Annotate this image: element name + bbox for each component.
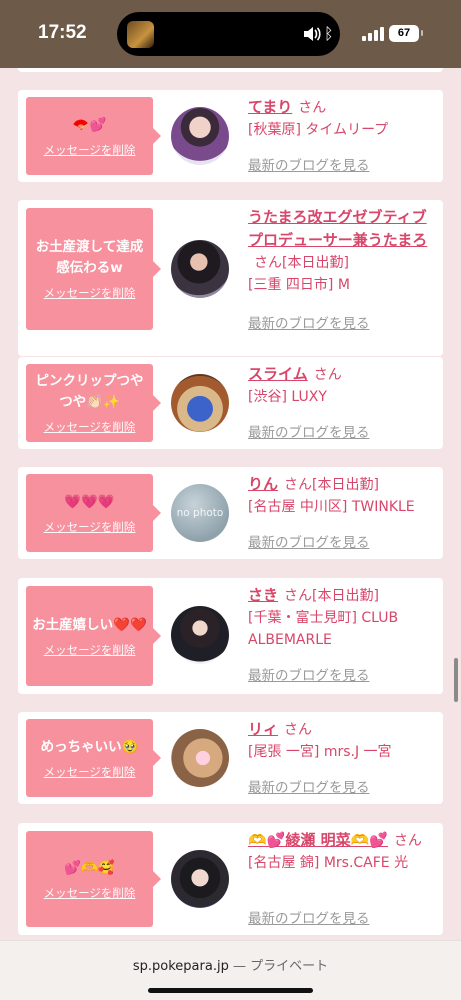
girl-name-link[interactable]: うたまろ改エグゼブティブプロデューサー兼うたまろ [248, 208, 427, 249]
delete-message-link[interactable]: メッセージを削除 [44, 764, 136, 780]
message-bubble: お土産渡して達成感伝わるw メッセージを削除 [26, 208, 161, 330]
cellular-signal-icon [362, 27, 384, 41]
home-indicator[interactable] [148, 988, 313, 993]
privacy-label: — プライベート [232, 959, 329, 974]
message-bubble: 🪭💕 メッセージを削除 [26, 97, 161, 175]
scrollbar[interactable] [454, 658, 458, 702]
message-text: お土産嬉しい❤️❤️ [32, 616, 147, 633]
name-suffix: さん [393, 833, 422, 849]
latest-blog-link[interactable]: 最新のブログを見る [248, 907, 370, 927]
delete-message-link[interactable]: メッセージを削除 [44, 285, 136, 301]
girl-name-link[interactable]: てまり [248, 98, 292, 116]
avatar[interactable]: no photo [171, 484, 229, 542]
latest-blog-link[interactable]: 最新のブログを見る [248, 664, 370, 684]
girl-name-link[interactable]: さき [248, 586, 278, 604]
girl-name-link[interactable]: スライム [248, 365, 308, 383]
message-text: 🪭💕 [72, 116, 107, 133]
message-bubble: ピンクリップつやつや👏🏻✨ メッセージを削除 [26, 364, 161, 442]
message-card: 💕🫶🥰 メッセージを削除 🫶💕綾瀬 明菜🫶💕 さん [名古屋 錦] Mrs.CAF… [18, 823, 443, 935]
avatar[interactable] [171, 374, 229, 432]
latest-blog-link[interactable]: 最新のブログを見る [248, 154, 370, 174]
url-text[interactable]: sp.pokepara.jp — プライベート [0, 955, 461, 974]
message-card: 💗💗💗 メッセージを削除 no photo りん さん[本日出勤] [名古屋 中川… [18, 467, 443, 559]
girl-name-link[interactable]: リィ [248, 720, 278, 738]
speaker-icon [304, 27, 321, 41]
no-photo-text: no photo [176, 507, 224, 519]
delete-message-link[interactable]: メッセージを削除 [44, 142, 136, 158]
shop-info: [千葉・富士見町] CLUB ALBEMARLE [248, 610, 399, 648]
delete-message-link[interactable]: メッセージを削除 [44, 519, 136, 535]
status-time: 17:52 [38, 22, 87, 43]
bluetooth-icon: ᛒ [324, 24, 334, 43]
message-bubble: 💕🫶🥰 メッセージを削除 [26, 831, 161, 927]
browser-url-bar[interactable]: sp.pokepara.jp — プライベート [0, 940, 461, 1000]
battery-icon: 67 [389, 25, 423, 42]
girl-name-link[interactable]: 🫶💕綾瀬 明菜🫶💕 [248, 831, 388, 849]
latest-blog-link[interactable]: 最新のブログを見る [248, 421, 370, 441]
latest-blog-link[interactable]: 最新のブログを見る [248, 531, 370, 551]
delete-message-link[interactable]: メッセージを削除 [44, 642, 136, 658]
shop-info: [渋谷] LUXY [248, 389, 327, 405]
shop-info: [秋葉原] タイムリープ [248, 122, 389, 138]
shop-info: [名古屋 錦] Mrs.CAFE 光 [248, 855, 409, 871]
message-text: ピンクリップつやつや👏🏻✨ [35, 373, 144, 410]
previous-card-edge [18, 68, 443, 72]
message-bubble: お土産嬉しい❤️❤️ メッセージを削除 [26, 586, 161, 686]
message-text: お土産渡して達成感伝わるw [35, 239, 144, 276]
name-suffix: さん [284, 722, 313, 738]
message-text: 💗💗💗 [64, 493, 115, 510]
message-bubble: めっちゃいい🥹 メッセージを削除 [26, 719, 161, 797]
avatar[interactable] [171, 850, 229, 908]
shop-info: [尾張 一宮] mrs.J 一宮 [248, 744, 392, 760]
name-suffix: さん [313, 367, 342, 383]
name-suffix: さん[本日出勤] [254, 255, 349, 271]
name-suffix: さん[本日出勤] [284, 588, 379, 604]
url-domain: sp.pokepara.jp [132, 959, 229, 974]
delete-message-link[interactable]: メッセージを削除 [44, 885, 136, 901]
avatar[interactable] [171, 729, 229, 787]
message-text: めっちゃいい🥹 [40, 738, 139, 755]
message-card: 🪭💕 メッセージを削除 てまり さん [秋葉原] タイムリープ 最新のブログを見る [18, 90, 443, 182]
now-playing-artwork [127, 21, 154, 48]
message-list[interactable]: 🪭💕 メッセージを削除 てまり さん [秋葉原] タイムリープ 最新のブログを見る… [0, 68, 461, 940]
avatar[interactable] [171, 606, 229, 664]
status-bar: 17:52 ᛒ 67 [0, 0, 461, 68]
message-card: お土産嬉しい❤️❤️ メッセージを削除 さき さん[本日出勤] [千葉・富士見町]… [18, 578, 443, 694]
message-card: ピンクリップつやつや👏🏻✨ メッセージを削除 スライム さん [渋谷] LUXY … [18, 357, 443, 449]
message-card: めっちゃいい🥹 メッセージを削除 リィ さん [尾張 一宮] mrs.J 一宮 最… [18, 712, 443, 804]
name-suffix: さん[本日出勤] [284, 477, 379, 493]
name-suffix: さん [298, 100, 327, 116]
avatar[interactable] [171, 107, 229, 165]
dynamic-island[interactable]: ᛒ [117, 12, 340, 56]
message-bubble: 💗💗💗 メッセージを削除 [26, 474, 161, 552]
message-text: 💕🫶🥰 [64, 859, 115, 876]
latest-blog-link[interactable]: 最新のブログを見る [248, 312, 370, 332]
message-card: お土産渡して達成感伝わるw メッセージを削除 うたまろ改エグゼブティブプロデュー… [18, 200, 443, 356]
shop-info: [三重 四日市] M [248, 277, 350, 293]
avatar[interactable] [171, 240, 229, 298]
latest-blog-link[interactable]: 最新のブログを見る [248, 776, 370, 796]
shop-info: [名古屋 中川区] TWINKLE [248, 499, 415, 515]
delete-message-link[interactable]: メッセージを削除 [44, 419, 136, 435]
girl-name-link[interactable]: りん [248, 475, 278, 493]
